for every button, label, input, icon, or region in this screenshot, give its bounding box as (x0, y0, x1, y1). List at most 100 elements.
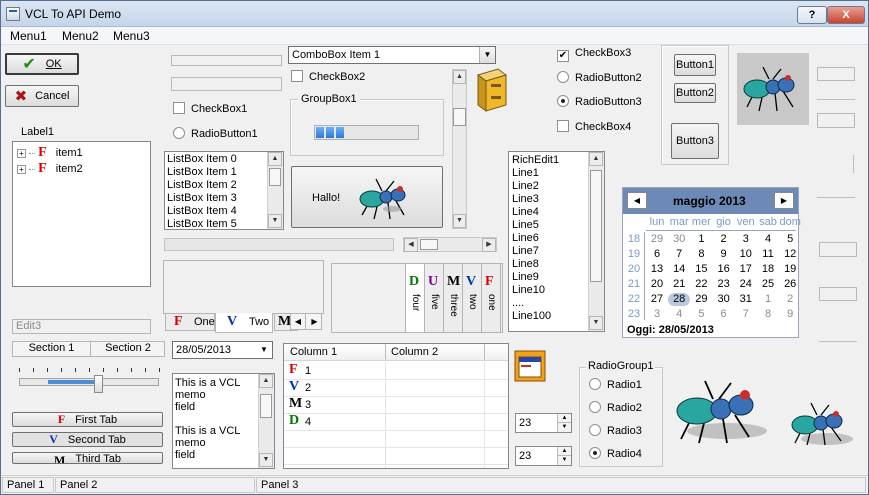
tree-node-item1[interactable]: + F item1 (17, 145, 83, 161)
spin-up-icon[interactable]: ▲ (557, 414, 571, 423)
calendar-day[interactable]: 6 (713, 308, 735, 321)
calendar-day[interactable]: 29 (646, 233, 668, 246)
radiogroup-item[interactable]: Radio3 (589, 424, 642, 437)
list-item[interactable]: ListBox Item 2 (167, 179, 237, 192)
calendar-today[interactable]: Oggi: 28/05/2013 (627, 324, 714, 336)
radiogroup-item[interactable]: Radio4 (589, 447, 642, 460)
button2[interactable]: Button2 (674, 83, 716, 103)
calendar-day[interactable]: 7 (668, 248, 690, 261)
calendar-day[interactable]: 3 (735, 233, 757, 246)
ok-button[interactable]: ✔ OK (5, 53, 79, 75)
vertical-tab-five[interactable]: Ufive (425, 264, 444, 332)
edit3-field[interactable]: Edit3 (12, 319, 151, 334)
calendar-day[interactable]: 31 (735, 293, 757, 306)
checkbox4[interactable]: CheckBox4 (557, 120, 631, 133)
calendar-day[interactable]: 5 (779, 233, 801, 246)
calendar-day[interactable]: 29 (690, 293, 712, 306)
checkbox1-box[interactable] (173, 102, 185, 114)
scroll-left-icon[interactable]: ◀ (404, 238, 418, 252)
scroll-thumb[interactable] (260, 394, 272, 418)
chevron-down-icon[interactable]: ▼ (256, 342, 272, 358)
table-row[interactable]: D4 (284, 413, 508, 429)
calendar-day[interactable]: 30 (668, 233, 690, 246)
date-picker[interactable]: 28/05/2013 ▼ (172, 341, 273, 359)
second-tab-button[interactable]: V Second Tab (12, 432, 163, 447)
trackbar-thumb[interactable] (94, 375, 103, 393)
radio-dot[interactable] (589, 401, 601, 413)
scroll-down-icon[interactable]: ▼ (259, 453, 273, 467)
richedit[interactable]: RichEdit1 Line1 Line2 Line3 Line4 Line5 Line6 L… (508, 151, 605, 332)
calendar-day[interactable]: 19 (779, 263, 801, 276)
scroll-right-icon[interactable]: ▶ (482, 238, 496, 252)
checkbox1[interactable]: CheckBox1 (173, 102, 247, 115)
calendar-day[interactable]: 2 (713, 233, 735, 246)
checkbox3-box[interactable]: ✔ (557, 50, 569, 62)
listbox[interactable]: ListBox Item 0 ListBox Item 1 ListBox It… (164, 151, 284, 230)
calendar-day[interactable]: 2 (779, 293, 801, 306)
tab-two[interactable]: V Two (215, 313, 273, 333)
radiogroup-item[interactable]: Radio2 (589, 401, 642, 414)
calendar-day[interactable]: 22 (690, 278, 712, 291)
calendar-day[interactable]: 4 (668, 308, 690, 321)
expand-icon[interactable]: + (17, 148, 26, 158)
radiobutton2-dot[interactable] (557, 71, 569, 83)
scroll-up-icon[interactable]: ▲ (259, 374, 273, 388)
radiobutton2[interactable]: RadioButton2 (557, 71, 642, 84)
tab-scroll-buttons[interactable]: ◀ ▶ (290, 313, 322, 330)
scroll-thumb[interactable] (269, 168, 281, 186)
menu-item-1[interactable]: Menu1 (10, 29, 47, 43)
scroll-down-icon[interactable]: ▼ (589, 316, 603, 330)
horizontal-scrollbar[interactable]: ◀ ▶ (403, 237, 497, 252)
tab-one[interactable]: F One (165, 313, 215, 331)
third-tab-button[interactable]: M Third Tab (12, 452, 163, 464)
vertical-tab-one[interactable]: Fone (482, 264, 501, 332)
radiobutton3[interactable]: RadioButton3 (557, 95, 642, 108)
calendar-day[interactable]: 11 (757, 248, 779, 261)
calendar-day[interactable]: 8 (757, 308, 779, 321)
calendar-day[interactable]: 1 (690, 233, 712, 246)
scroll-down-icon[interactable]: ▼ (268, 214, 282, 228)
button1[interactable]: Button1 (674, 54, 716, 76)
list-item[interactable]: ListBox Item 4 (167, 205, 237, 218)
calendar-day[interactable]: 28 (668, 293, 691, 306)
menu-item-2[interactable]: Menu2 (62, 29, 99, 43)
calendar-month-title[interactable]: maggio 2013 (673, 194, 746, 208)
checkbox4-box[interactable] (557, 120, 569, 132)
next-month-icon[interactable]: ▶ (774, 192, 794, 209)
tree-view[interactable]: + F item1 + F item2 (12, 141, 151, 287)
vertical-tab-two[interactable]: Vtwo (463, 264, 482, 332)
help-button[interactable]: ? (797, 6, 827, 24)
calendar-day[interactable]: 12 (779, 248, 801, 261)
calendar-day[interactable]: 13 (646, 263, 668, 276)
title-bar[interactable]: VCL To API Demo ? X (1, 1, 868, 27)
cancel-button[interactable]: ✖ Cancel (5, 85, 79, 107)
calendar-day[interactable]: 15 (690, 263, 712, 276)
calendar-day[interactable]: 7 (735, 308, 757, 321)
calendar-day[interactable]: 9 (713, 248, 735, 261)
radiobutton1[interactable]: RadioButton1 (173, 127, 258, 140)
table-row[interactable]: F1 (284, 362, 508, 378)
button3[interactable]: Button3 (671, 123, 719, 159)
spin-edit-2[interactable]: 23 ▲ ▼ (515, 446, 572, 466)
table-row[interactable]: V2 (284, 379, 508, 395)
calendar-day[interactable]: 26 (779, 278, 801, 291)
tree-node-item2[interactable]: + F item2 (17, 161, 83, 177)
column-header-1[interactable]: Column 1 (290, 346, 337, 358)
calendar-day[interactable]: 9 (779, 308, 801, 321)
scroll-up-icon[interactable]: ▲ (589, 152, 603, 166)
header-section-2[interactable]: Section 2 (91, 342, 165, 356)
scroll-up-icon[interactable]: ▲ (453, 70, 466, 84)
memo[interactable]: This is a VCL memo field This is a VCL memo f… (172, 373, 275, 469)
chevron-down-icon[interactable]: ▼ (479, 47, 495, 63)
calendar-day[interactable]: 24 (735, 278, 757, 291)
radio-dot[interactable] (589, 378, 601, 390)
list-item[interactable]: ListBox Item 5 (167, 218, 237, 231)
close-button[interactable]: X (827, 6, 865, 24)
calendar-day[interactable]: 20 (646, 278, 668, 291)
scroll-up-icon[interactable]: ▲ (268, 152, 282, 166)
prev-month-icon[interactable]: ◀ (627, 192, 647, 209)
calendar-day[interactable]: 1 (757, 293, 779, 306)
calendar-day[interactable]: 16 (713, 263, 735, 276)
trackbar[interactable] (15, 366, 163, 398)
scroll-thumb[interactable] (590, 170, 602, 282)
